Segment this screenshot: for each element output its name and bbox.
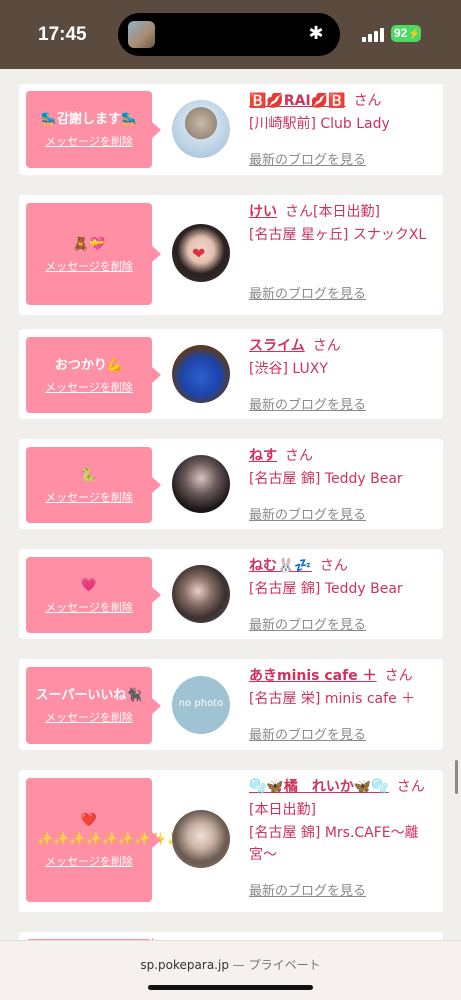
message-text: おつかり💪 bbox=[54, 357, 124, 373]
list-item: スーパーいいね🐈‍⬛ メッセージを削除 no photo あきminis caf… bbox=[19, 659, 443, 750]
message-bubble: 💗 メッセージを削除 bbox=[26, 557, 161, 633]
bluetooth-icon: ✱ bbox=[308, 23, 324, 44]
message-bubble: 🛼감謝します🛼 メッセージを削除 bbox=[26, 91, 161, 168]
delete-message-link[interactable]: メッセージを削除 bbox=[45, 379, 133, 395]
now-playing-thumbnail bbox=[128, 21, 155, 48]
message-text: 🛼감謝します🛼 bbox=[40, 112, 138, 127]
honorific: さん[本日出勤] bbox=[285, 204, 380, 220]
signal-icon bbox=[362, 28, 384, 42]
delete-message-link[interactable]: メッセージを削除 bbox=[45, 709, 133, 725]
scrollbar[interactable] bbox=[455, 760, 458, 794]
message-bubble: スーパーいいね🐈‍⬛ メッセージを削除 bbox=[26, 667, 161, 744]
honorific: さん bbox=[285, 448, 313, 464]
clock: 17:45 bbox=[38, 24, 87, 45]
honorific: さん bbox=[353, 93, 382, 109]
shop-name: [渋谷] LUXY bbox=[249, 361, 328, 377]
list-item: ❤️ ✨✨✨✨✨✨✨✨✨✨ メッセージを削除 🫧🦋橘 れいか🦋🫧 さん[本日出勤]… bbox=[19, 770, 443, 912]
list-item: 💗 メッセージを削除 ねむ🐰💤 さん [名古屋 錦] Teddy Bear 最新の… bbox=[19, 549, 443, 639]
cast-name-link[interactable]: ねす bbox=[249, 448, 277, 464]
latest-blog-link[interactable]: 最新のブログを見る bbox=[249, 614, 366, 633]
list-item: おつかり💪 メッセージを削除 スライム さん [渋谷] LUXY 最新のブログを見… bbox=[19, 329, 443, 419]
avatar[interactable]: ❤ bbox=[172, 224, 230, 282]
home-indicator[interactable] bbox=[148, 985, 313, 990]
battery-level: 92 bbox=[394, 26, 408, 40]
honorific: さん bbox=[312, 338, 341, 354]
avatar[interactable]: no photo bbox=[172, 676, 230, 734]
message-bubble: おつかり💪 メッセージを削除 bbox=[26, 337, 161, 413]
list-item: 🛼감謝します🛼 メッセージを削除 🅱️💋RAI💋🅱️ さん [川崎駅前] Club… bbox=[19, 84, 443, 175]
message-text: 💗 bbox=[80, 577, 98, 593]
avatar[interactable] bbox=[172, 810, 230, 868]
shop-name: [名古屋 星ヶ丘] スナックXL bbox=[249, 227, 427, 243]
shop-name: [名古屋 錦] Mrs.CAFE〜離宮〜 bbox=[249, 825, 419, 863]
message-bubble: 🐍 メッセージを削除 bbox=[26, 447, 161, 523]
shop-name: [名古屋 錦] Teddy Bear bbox=[249, 581, 403, 597]
cast-name-link[interactable]: 🅱️💋RAI💋🅱️ bbox=[249, 93, 346, 109]
delete-message-link[interactable]: メッセージを削除 bbox=[45, 258, 133, 274]
latest-blog-link[interactable]: 最新のブログを見る bbox=[249, 880, 366, 899]
latest-blog-link[interactable]: 最新のブログを見る bbox=[249, 394, 366, 413]
latest-blog-link[interactable]: 最新のブログを見る bbox=[249, 724, 366, 743]
message-text: 🧸💝 bbox=[72, 236, 106, 252]
shop-name: [名古屋 錦] Teddy Bear bbox=[249, 471, 403, 487]
private-label: — プライベート bbox=[232, 958, 321, 972]
battery-icon: 92⚡ bbox=[391, 25, 421, 42]
avatar[interactable] bbox=[172, 455, 230, 513]
message-bubble: ❤️ ✨✨✨✨✨✨✨✨✨✨ メッセージを削除 bbox=[26, 778, 199, 902]
cast-name-link[interactable]: あきminis cafe ＋ bbox=[249, 668, 377, 684]
address-bar[interactable]: sp.pokepara.jp — プライベート bbox=[0, 940, 461, 1000]
cast-name-link[interactable]: ねむ🐰💤 bbox=[249, 558, 312, 574]
cast-name-link[interactable]: スライム bbox=[249, 338, 305, 354]
honorific: さん bbox=[384, 668, 413, 684]
delete-message-link[interactable]: メッセージを削除 bbox=[45, 489, 133, 505]
latest-blog-link[interactable]: 最新のブログを見る bbox=[249, 149, 366, 168]
cast-name-link[interactable]: けい bbox=[249, 204, 277, 220]
list-item: 🐍 メッセージを削除 ねす さん [名古屋 錦] Teddy Bear 最新のブロ… bbox=[19, 439, 443, 529]
message-bubble: 🧸💝 メッセージを削除 bbox=[26, 203, 161, 305]
avatar[interactable] bbox=[172, 345, 230, 403]
message-text: スーパーいいね🐈‍⬛ bbox=[35, 688, 143, 703]
honorific: さん bbox=[319, 558, 348, 574]
delete-message-link[interactable]: メッセージを削除 bbox=[45, 599, 133, 615]
no-photo-label: no photo bbox=[178, 698, 224, 709]
latest-blog-link[interactable]: 最新のブログを見る bbox=[249, 504, 366, 523]
url-text: sp.pokepara.jp bbox=[140, 958, 229, 972]
avatar[interactable] bbox=[172, 100, 230, 158]
avatar[interactable] bbox=[172, 565, 230, 623]
dynamic-island: ✱ bbox=[118, 13, 340, 56]
delete-message-link[interactable]: メッセージを削除 bbox=[45, 853, 133, 869]
status-bar: 17:45 ✱ 92⚡ bbox=[0, 0, 461, 69]
delete-message-link[interactable]: メッセージを削除 bbox=[45, 133, 133, 149]
latest-blog-link[interactable]: 最新のブログを見る bbox=[249, 283, 366, 302]
shop-name: [川崎駅前] Club Lady bbox=[249, 116, 390, 132]
cast-name-link[interactable]: 🫧🦋橘 れいか🦋🫧 bbox=[249, 779, 389, 795]
message-text: 🐍 bbox=[80, 467, 98, 483]
list-item: 🧸💝 メッセージを削除 ❤ けい さん[本日出勤] [名古屋 星ヶ丘] スナックX… bbox=[19, 195, 443, 315]
message-text: ❤️ ✨✨✨✨✨✨✨✨✨✨ bbox=[37, 813, 199, 847]
shop-name: [名古屋 栄] minis cafe ＋ bbox=[249, 691, 416, 707]
